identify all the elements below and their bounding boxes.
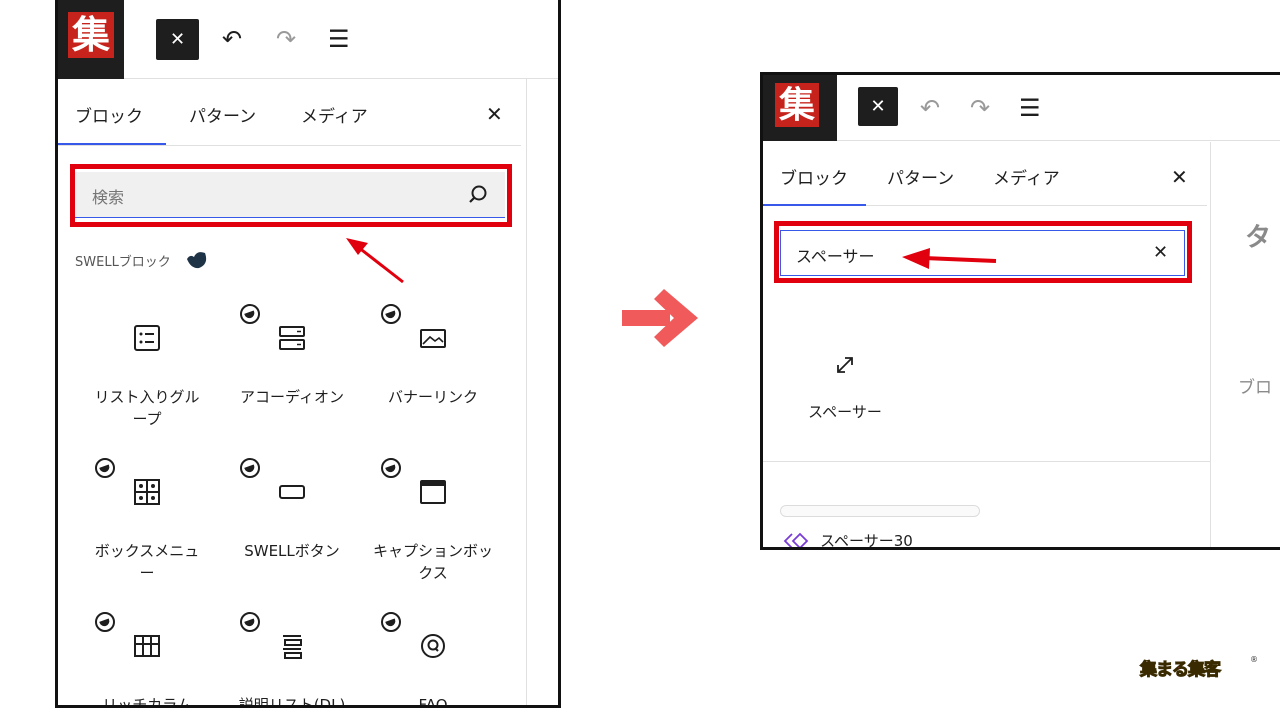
banner-link-icon: [420, 329, 446, 348]
faq-icon: [421, 634, 445, 658]
redo-icon[interactable]: ↷: [276, 27, 296, 51]
logo-mark: 集: [68, 12, 114, 58]
undo-icon[interactable]: ↶: [222, 27, 242, 51]
swell-badge-icon: [381, 458, 401, 478]
close-panel-icon[interactable]: ✕: [1171, 165, 1188, 189]
redo-icon[interactable]: ↷: [970, 96, 990, 120]
editor-screenshot-before: 集 ✕ ↶ ↷ ☰ ブロック パターン メディア ✕ 検索 SWELLブロック: [55, 0, 561, 708]
inserter-tabs: ブロック パターン メディア: [58, 80, 521, 146]
section-divider: [763, 461, 1210, 462]
panel-divider: [526, 79, 527, 705]
block-label: キャプションボックス: [373, 542, 494, 582]
caption-box-icon: [420, 480, 446, 504]
block-label: SWELLボタン: [244, 542, 340, 560]
canvas-title-partial: タ: [1245, 223, 1272, 253]
panel-divider: [1210, 142, 1211, 547]
block-label: スペーサー: [808, 403, 882, 421]
block-label: 説明リスト(DL): [238, 696, 346, 708]
box-menu-icon: [134, 479, 160, 505]
tab-media[interactable]: メディア: [993, 164, 1060, 189]
inserter-tabs: ブロック パターン メディア: [763, 142, 1207, 206]
block-label: リスト入りグループ: [94, 388, 200, 428]
tab-blocks[interactable]: ブロック: [75, 102, 143, 127]
section-title-text: SWELLブロック: [75, 255, 171, 270]
site-logo[interactable]: 集: [763, 75, 837, 141]
tab-patterns[interactable]: パターン: [887, 164, 954, 189]
logo-mark: 集: [775, 83, 819, 127]
close-inserter-button[interactable]: ✕: [858, 87, 898, 126]
pattern-preview-placeholder: [780, 505, 980, 517]
button-icon: [279, 485, 305, 499]
editor-toolbar: 集 ✕ ↶ ↷ ☰: [763, 75, 1280, 141]
block-label: ボックスメニュー: [94, 542, 200, 582]
editor-screenshot-after: 集 ✕ ↶ ↷ ☰ ブロック パターン メディア ✕ スペーサー ✕ スペーサー: [760, 72, 1280, 550]
tab-blocks[interactable]: ブロック: [780, 164, 848, 189]
close-panel-icon[interactable]: ✕: [486, 102, 503, 126]
block-label: バナーリンク: [387, 388, 478, 406]
spacer-icon: [837, 357, 853, 373]
registered-mark: ®: [1250, 655, 1258, 664]
pattern-item[interactable]: スペーサー30: [783, 530, 913, 550]
document-overview-icon[interactable]: ☰: [1019, 96, 1041, 120]
annotation-arrow-left: [346, 238, 404, 284]
swell-badge-icon: [381, 304, 401, 324]
accordion-icon: [279, 326, 305, 350]
editor-toolbar: 集 ✕ ↶ ↷ ☰: [58, 0, 558, 79]
list-group-icon: [134, 325, 160, 351]
swell-badge-icon: [240, 304, 260, 324]
tab-media[interactable]: メディア: [301, 102, 368, 127]
active-tab-indicator: [58, 143, 166, 145]
tab-patterns[interactable]: パターン: [189, 102, 256, 127]
annotation-arrow-right: [902, 248, 997, 269]
description-list-icon: [283, 635, 302, 659]
close-inserter-button[interactable]: ✕: [156, 19, 199, 60]
swell-badge-icon: [381, 612, 401, 632]
section-title: SWELLブロック: [75, 250, 209, 270]
watermark-logo: 集まる集客 ®: [1140, 655, 1259, 690]
document-overview-icon[interactable]: ☰: [328, 27, 350, 51]
block-label: FAQ: [418, 696, 448, 708]
undo-icon[interactable]: ↶: [920, 96, 940, 120]
swell-badge-icon: [95, 612, 115, 632]
block-label: リッチカラム: [102, 696, 192, 708]
site-logo[interactable]: 集: [58, 0, 124, 79]
block-label: アコーディオン: [240, 388, 344, 406]
swell-badge-icon: [240, 458, 260, 478]
pattern-label: スペーサー30: [820, 532, 913, 550]
watermark-text: 集まる集客: [1140, 660, 1222, 681]
swell-badge-icon: [240, 612, 260, 632]
canvas-text-partial: ブロ: [1238, 378, 1272, 398]
swell-badge-icon: [95, 458, 115, 478]
transition-arrow-icon: [622, 289, 698, 347]
search-highlight-box: [70, 164, 512, 227]
active-tab-indicator: [763, 204, 866, 206]
reusable-block-icon: [783, 532, 809, 547]
swell-logo-icon: [186, 252, 207, 269]
rich-column-icon: [134, 635, 160, 657]
